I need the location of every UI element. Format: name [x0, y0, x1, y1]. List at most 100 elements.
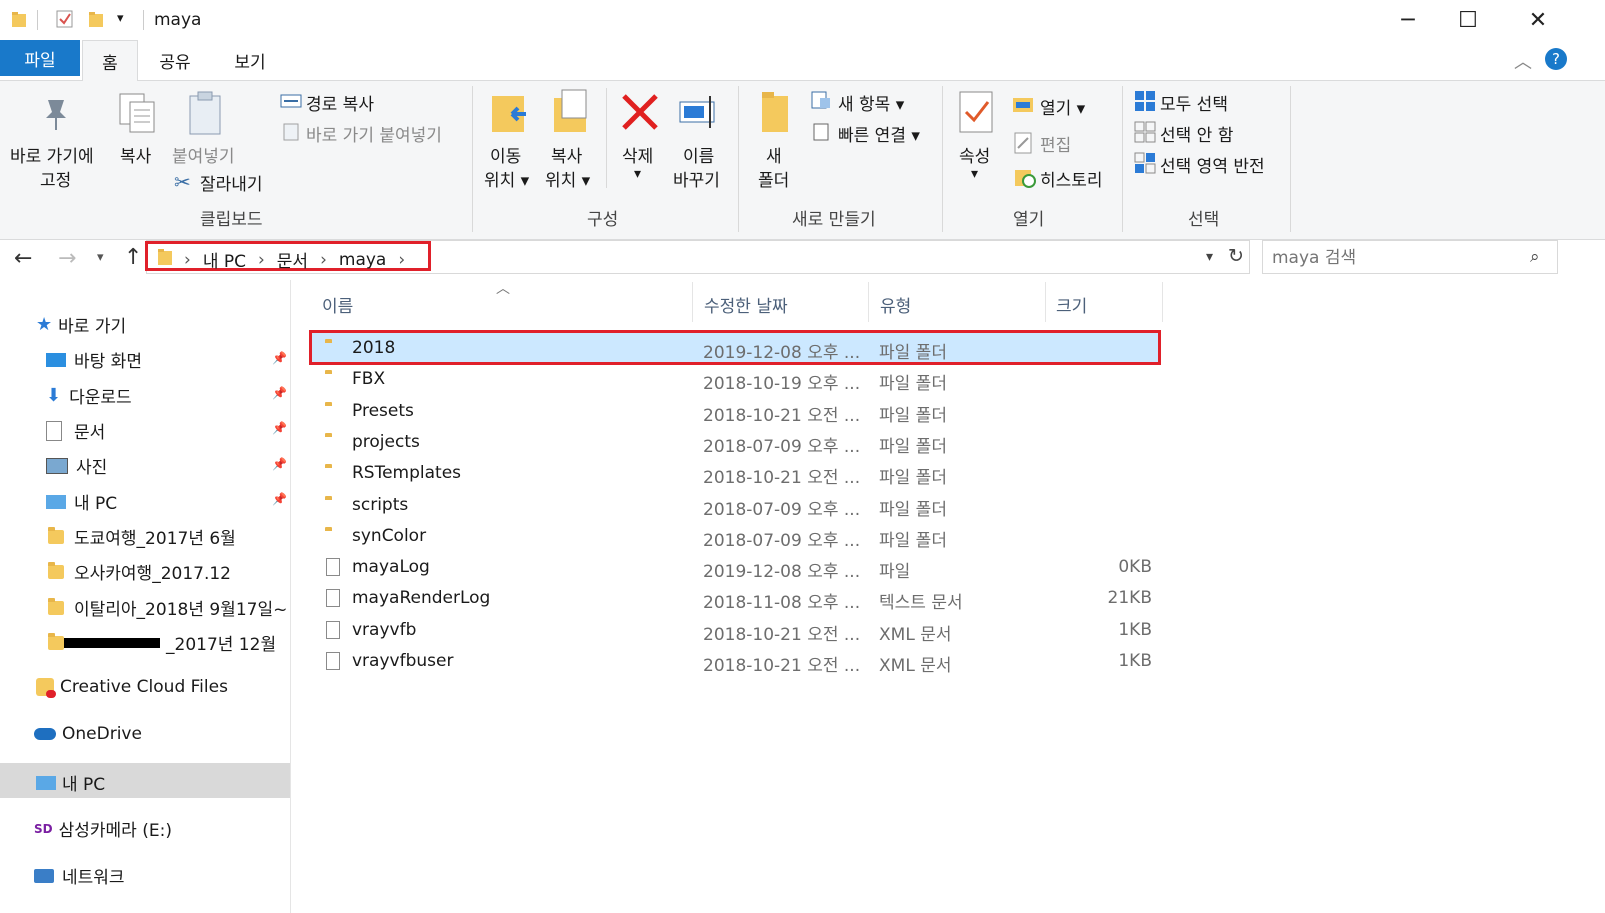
sidebar-item-this-pc-pinned[interactable]: 내 PC	[46, 489, 117, 514]
back-button[interactable]: ←	[14, 246, 32, 271]
tab-share[interactable]: 공유	[148, 42, 202, 78]
edit-icon	[1014, 132, 1034, 158]
sidebar-item-pictures[interactable]: 사진	[46, 453, 107, 478]
help-icon[interactable]: ?	[1545, 48, 1567, 70]
file-size: 1KB	[1118, 651, 1152, 671]
edit-button[interactable]: 편집	[1040, 131, 1071, 156]
address-history-dropdown[interactable]: ▾	[1206, 249, 1213, 265]
column-header-type[interactable]: 유형	[880, 292, 911, 317]
file-date: 2018-10-21 오전 ...	[703, 656, 861, 676]
folder-icon	[156, 247, 174, 271]
file-name: projects	[352, 432, 420, 452]
copy-to-button[interactable]: 복사	[551, 142, 582, 167]
rename-icon	[678, 92, 722, 136]
properties-dropdown-icon[interactable]: ▾	[971, 166, 978, 182]
folder-icon	[48, 526, 64, 544]
up-button[interactable]: ↑	[124, 245, 142, 270]
copy-button[interactable]: 복사	[120, 142, 151, 167]
sidebar-item-tokyo-trip[interactable]: 도쿄여행_2017년 6월	[48, 524, 236, 549]
tab-file[interactable]: 파일	[0, 40, 80, 76]
file-type: 파일 폴더	[879, 437, 947, 457]
new-folder-button[interactable]: 새	[766, 142, 782, 167]
sidebar-item-osaka-trip[interactable]: 오사카여행_2017.12	[48, 559, 231, 584]
minimize-button[interactable]: ─	[1378, 0, 1438, 40]
easy-access-button[interactable]: 빠른 연결 ▾	[838, 121, 920, 146]
new-item-icon	[810, 90, 832, 114]
divider	[1122, 86, 1123, 232]
sidebar-item-documents[interactable]: 문서	[46, 418, 105, 443]
sidebar-item-this-pc[interactable]: 내 PC	[36, 770, 105, 795]
pin-icon[interactable]: 📌	[272, 386, 287, 400]
move-to-button[interactable]: 이동	[490, 142, 521, 167]
refresh-icon[interactable]: ↻	[1228, 245, 1244, 267]
sidebar-item-redacted-trip[interactable]: _2017년 12월	[48, 630, 276, 655]
select-all-button[interactable]: 모두 선택	[1160, 90, 1228, 115]
tab-home[interactable]: 홈	[82, 40, 138, 81]
tab-view[interactable]: 보기	[220, 42, 280, 78]
new-folder-quick-icon[interactable]	[87, 9, 105, 29]
divider	[472, 86, 473, 232]
divider	[1290, 86, 1291, 232]
customize-toolbar-dropdown-icon[interactable]: ▾	[117, 11, 124, 26]
paste-shortcut-icon	[283, 122, 301, 146]
organize-group-label: 구성	[587, 210, 619, 230]
maximize-button[interactable]: ☐	[1438, 0, 1498, 40]
file-size: 0KB	[1118, 557, 1152, 577]
open-button[interactable]: 열기 ▾	[1040, 94, 1085, 119]
sidebar-item-onedrive[interactable]: OneDrive	[34, 724, 142, 744]
pin-icon[interactable]: 📌	[272, 351, 287, 365]
search-input[interactable]	[1270, 246, 1514, 270]
rename-button[interactable]: 이름	[683, 142, 714, 167]
close-button[interactable]: ✕	[1508, 0, 1568, 40]
pin-to-quick-access-button[interactable]: 바로 가기에	[10, 142, 94, 167]
new-item-button[interactable]: 새 항목 ▾	[838, 90, 904, 115]
paste-icon	[188, 90, 224, 140]
collapse-ribbon-icon[interactable]: ︿	[1514, 48, 1532, 74]
properties-quick-icon[interactable]	[55, 9, 73, 29]
breadcrumb: › 내 PC › 문서 › maya ›	[184, 247, 405, 273]
sidebar-item-creative-cloud[interactable]: Creative Cloud Files	[36, 677, 228, 698]
sidebar-item-downloads[interactable]: ⬇ 다운로드	[46, 383, 132, 408]
delete-dropdown-icon[interactable]: ▾	[634, 166, 641, 182]
delete-button[interactable]: 삭제	[622, 142, 653, 167]
search-icon[interactable]: ⌕	[1530, 247, 1540, 267]
file-date: 2018-07-09 오후 ...	[703, 437, 861, 457]
open-icon	[1012, 94, 1034, 118]
breadcrumb-item-this-pc[interactable]: 내 PC	[203, 247, 246, 272]
column-header-name[interactable]: 이름	[322, 292, 353, 317]
sidebar-item-network[interactable]: 네트워크	[34, 863, 125, 888]
pin-icon	[38, 96, 74, 136]
copy-path-button[interactable]: 경로 복사	[306, 90, 374, 115]
sidebar-item-desktop[interactable]: 바탕 화면	[46, 347, 142, 372]
pin-icon[interactable]: 📌	[272, 421, 287, 435]
recent-locations-dropdown[interactable]: ▾	[97, 250, 104, 265]
pin-icon[interactable]: 📌	[272, 492, 287, 506]
folder-icon	[48, 632, 64, 650]
file-date: 2018-10-21 오전 ...	[703, 406, 861, 426]
paste-button[interactable]: 붙여넣기	[172, 142, 235, 167]
properties-button[interactable]: 속성	[959, 142, 990, 167]
cut-button[interactable]: 잘라내기	[200, 170, 263, 195]
file-name: FBX	[352, 369, 386, 389]
file-name: mayaRenderLog	[352, 588, 491, 608]
divider	[143, 10, 144, 30]
desktop-icon	[46, 352, 66, 367]
invert-selection-button[interactable]: 선택 영역 반전	[1160, 152, 1265, 177]
pin-icon[interactable]: 📌	[272, 457, 287, 471]
select-none-button[interactable]: 선택 안 함	[1160, 121, 1233, 146]
star-icon: ★	[36, 314, 53, 335]
sidebar-item-quick-access[interactable]: ★ 바로 가기	[36, 312, 126, 337]
column-header-date[interactable]: 수정한 날짜	[704, 292, 788, 317]
file-type: XML 문서	[879, 656, 952, 676]
history-button[interactable]: 히스토리	[1040, 166, 1103, 191]
column-header-size[interactable]: 크기	[1056, 292, 1087, 317]
breadcrumb-item-documents[interactable]: 문서	[277, 247, 308, 272]
file-date: 2018-10-21 오전 ...	[703, 625, 861, 645]
sidebar-item-camera-drive[interactable]: SD 삼성카메라 (E:)	[34, 816, 172, 841]
sidebar-item-italy-trip[interactable]: 이탈리아_2018년 9월17일~	[48, 595, 287, 620]
paste-shortcut-button[interactable]: 바로 가기 붙여넣기	[306, 121, 442, 146]
chevron-right-icon: ›	[184, 249, 191, 270]
breadcrumb-item-maya[interactable]: maya	[339, 250, 386, 270]
history-icon	[1014, 166, 1036, 192]
forward-button[interactable]: →	[58, 246, 76, 271]
